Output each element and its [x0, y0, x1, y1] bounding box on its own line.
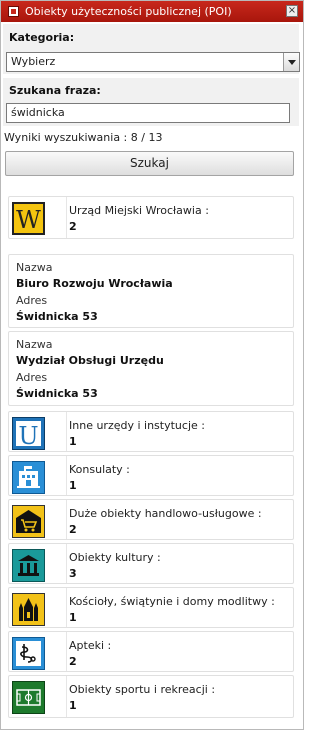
church-icon — [12, 593, 45, 626]
search-input-value: świdnicka — [11, 106, 65, 119]
category-count: 1 — [69, 611, 77, 624]
category-count: 1 — [69, 699, 77, 712]
place-address-label: Adres — [16, 294, 48, 307]
place-item[interactable]: Nazwa Wydział Obsługi Urzędu Adres Świdn… — [8, 331, 294, 406]
close-icon[interactable]: × — [286, 5, 298, 17]
category-section: Kategoria: Wybierz — [3, 24, 300, 74]
category-item[interactable]: Kościoły, świątynie i domy modlitwy : 1 — [8, 587, 294, 628]
category-item[interactable]: Obiekty kultury : 3 — [8, 543, 294, 584]
museum-icon — [12, 549, 45, 582]
window-icon — [8, 6, 19, 17]
svg-text:U: U — [18, 422, 38, 449]
category-count: 2 — [69, 523, 77, 536]
place-address: Świdnicka 53 — [16, 310, 98, 323]
svg-text:W: W — [16, 206, 41, 233]
window-title: Obiekty użyteczności publicznej (POI) — [25, 5, 232, 18]
category-count: 1 — [69, 479, 77, 492]
category-count: 2 — [69, 220, 77, 233]
category-selected-value: Wybierz — [11, 55, 56, 68]
category-item[interactable]: Apteki : 2 — [8, 631, 294, 672]
category-label: Urząd Miejski Wrocławia : — [69, 204, 209, 217]
title-bar: Obiekty użyteczności publicznej (POI) × — [1, 1, 303, 22]
results-count: Wyniki wyszukiwania : 8 / 13 — [4, 131, 163, 144]
category-label: Kościoły, świątynie i domy modlitwy : — [69, 595, 275, 608]
poi-panel: Obiekty użyteczności publicznej (POI) × … — [0, 0, 304, 730]
category-label: Obiekty kultury : — [69, 551, 161, 564]
letter-w-icon: W — [12, 202, 45, 235]
shopping-cart-icon — [12, 505, 45, 538]
category-label: Konsulaty : — [69, 463, 130, 476]
search-button[interactable]: Szukaj — [5, 151, 294, 176]
place-item[interactable]: Nazwa Biuro Rozwoju Wrocławia Adres Świd… — [8, 254, 294, 328]
category-label: Duże obiekty handlowo-usługowe : — [69, 507, 262, 520]
chevron-down-icon[interactable] — [283, 53, 299, 71]
place-address: Świdnicka 53 — [16, 387, 98, 400]
category-item[interactable]: Duże obiekty handlowo-usługowe : 2 — [8, 499, 294, 540]
category-item-urzad-miejski[interactable]: W Urząd Miejski Wrocławia : 2 — [8, 196, 294, 239]
pharmacy-icon — [12, 637, 45, 670]
category-item[interactable]: Konsulaty : 1 — [8, 455, 294, 496]
place-name: Wydział Obsługi Urzędu — [16, 354, 164, 367]
category-label: Inne urzędy i instytucje : — [69, 419, 205, 432]
category-count: 2 — [69, 655, 77, 668]
search-label: Szukana fraza: — [9, 84, 101, 97]
category-item[interactable]: U Inne urzędy i instytucje : 1 — [8, 411, 294, 452]
place-name-label: Nazwa — [16, 338, 53, 351]
consulate-icon — [12, 461, 45, 494]
category-label: Obiekty sportu i rekreacji : — [69, 683, 216, 696]
letter-u-icon: U — [12, 417, 45, 450]
sports-field-icon — [12, 681, 45, 714]
category-count: 1 — [69, 435, 77, 448]
search-input[interactable]: świdnicka — [6, 103, 290, 123]
category-select[interactable]: Wybierz — [6, 52, 300, 72]
category-item[interactable]: Obiekty sportu i rekreacji : 1 — [8, 675, 294, 718]
search-section: Szukana fraza: świdnicka — [3, 78, 299, 126]
category-count: 3 — [69, 567, 77, 580]
category-label: Kategoria: — [9, 31, 75, 44]
category-label: Apteki : — [69, 639, 112, 652]
place-name-label: Nazwa — [16, 261, 53, 274]
place-address-label: Adres — [16, 371, 48, 384]
place-name: Biuro Rozwoju Wrocławia — [16, 277, 173, 290]
